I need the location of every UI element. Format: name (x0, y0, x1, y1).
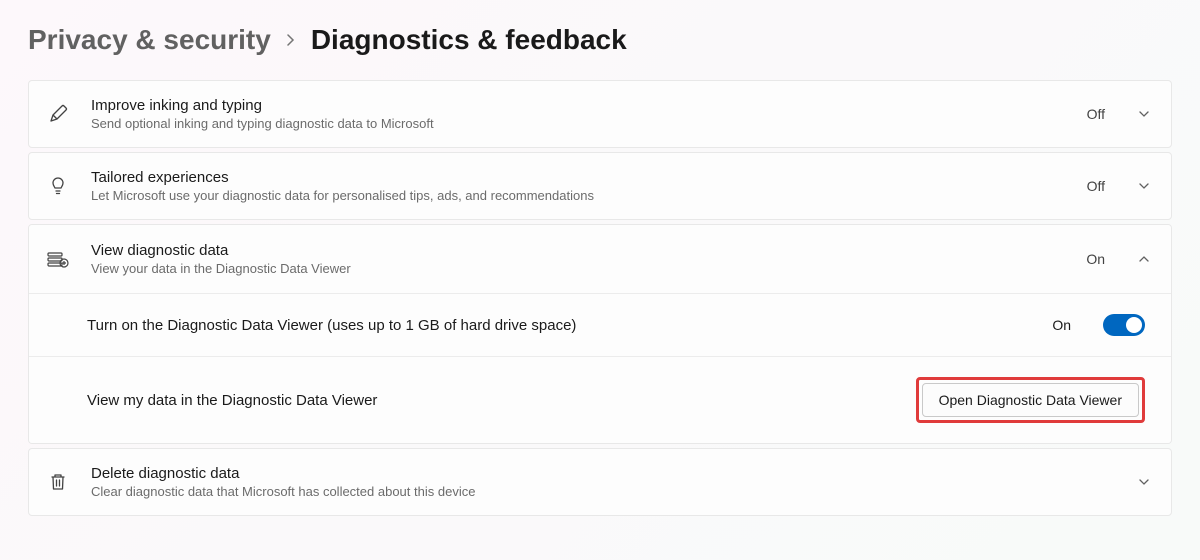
setting-desc: Clear diagnostic data that Microsoft has… (91, 484, 1115, 499)
data-viewer-icon (47, 248, 69, 270)
toggle-description: Turn on the Diagnostic Data Viewer (uses… (87, 317, 1032, 334)
setting-viewdata-group: View diagnostic data View your data in t… (28, 224, 1172, 444)
chevron-down-icon (1137, 475, 1151, 489)
page-title: Diagnostics & feedback (311, 24, 627, 56)
chevron-up-icon (1137, 252, 1151, 266)
setting-title: Delete diagnostic data (91, 465, 1115, 482)
setting-title: Improve inking and typing (91, 97, 1065, 114)
viewdata-toggle-row: Turn on the Diagnostic Data Viewer (uses… (29, 293, 1171, 356)
setting-delete[interactable]: Delete diagnostic data Clear diagnostic … (28, 448, 1172, 516)
setting-inking[interactable]: Improve inking and typing Send optional … (28, 80, 1172, 148)
trash-icon (47, 471, 69, 493)
setting-desc: View your data in the Diagnostic Data Vi… (91, 261, 1064, 276)
pen-icon (47, 103, 69, 125)
toggle-state-label: On (1052, 317, 1071, 333)
setting-state: Off (1087, 106, 1105, 122)
setting-state: On (1086, 251, 1105, 267)
setting-viewdata[interactable]: View diagnostic data View your data in t… (29, 225, 1171, 293)
highlight-annotation: Open Diagnostic Data Viewer (916, 377, 1145, 423)
lightbulb-icon (47, 175, 69, 197)
viewdata-open-row: View my data in the Diagnostic Data View… (29, 356, 1171, 443)
settings-list: Improve inking and typing Send optional … (28, 80, 1172, 516)
setting-desc: Send optional inking and typing diagnost… (91, 116, 1065, 131)
setting-desc: Let Microsoft use your diagnostic data f… (91, 188, 1065, 203)
diagnostic-viewer-toggle[interactable] (1103, 314, 1145, 336)
action-description: View my data in the Diagnostic Data View… (87, 392, 896, 409)
open-diagnostic-viewer-button[interactable]: Open Diagnostic Data Viewer (922, 383, 1139, 417)
setting-tailored[interactable]: Tailored experiences Let Microsoft use y… (28, 152, 1172, 220)
setting-title: Tailored experiences (91, 169, 1065, 186)
setting-text: Tailored experiences Let Microsoft use y… (91, 169, 1065, 203)
breadcrumb: Privacy & security Diagnostics & feedbac… (28, 24, 1172, 56)
setting-text: View diagnostic data View your data in t… (91, 242, 1064, 276)
chevron-down-icon (1137, 107, 1151, 121)
setting-state: Off (1087, 178, 1105, 194)
chevron-right-icon (285, 29, 297, 52)
breadcrumb-parent[interactable]: Privacy & security (28, 24, 271, 56)
setting-text: Improve inking and typing Send optional … (91, 97, 1065, 131)
setting-title: View diagnostic data (91, 242, 1064, 259)
setting-text: Delete diagnostic data Clear diagnostic … (91, 465, 1115, 499)
chevron-down-icon (1137, 179, 1151, 193)
